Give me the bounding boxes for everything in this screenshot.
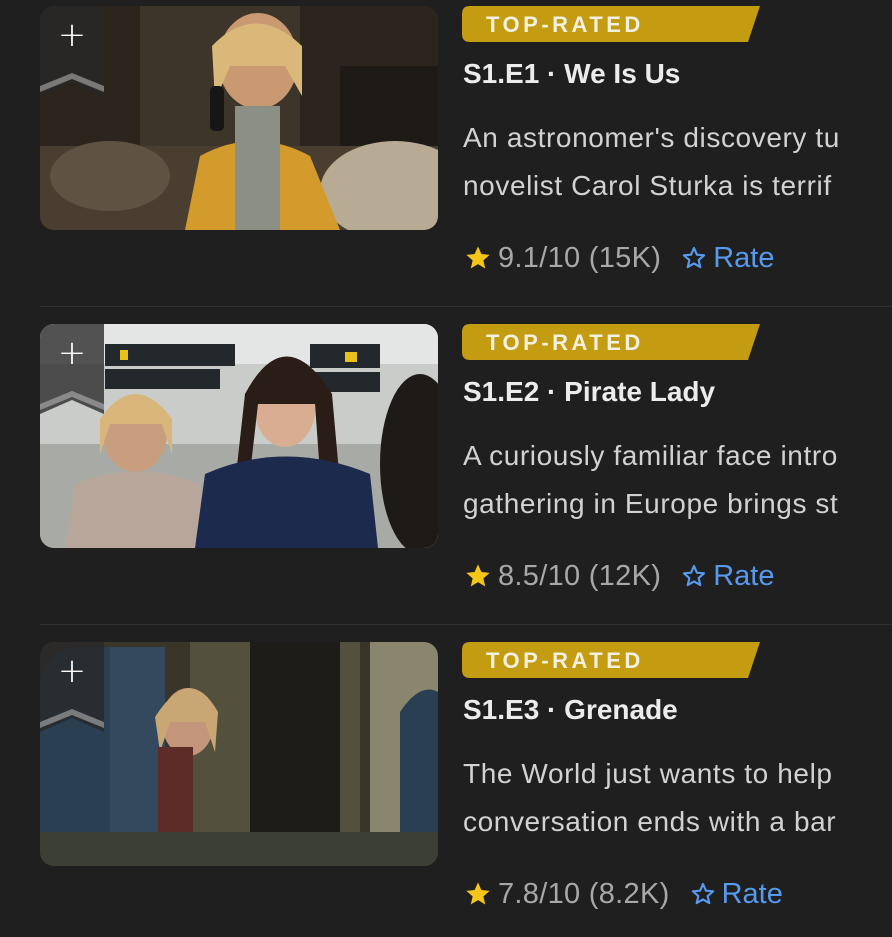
episode-thumbnail[interactable]: + <box>40 324 438 548</box>
star-icon <box>466 882 490 905</box>
rating-row: 7.8/10 (8.2K) Rate <box>464 874 783 914</box>
add-to-watchlist-button[interactable]: + <box>40 324 104 414</box>
rating-row: 9.1/10 (15K) Rate <box>464 238 774 278</box>
badge-label: TOP-RATED <box>486 330 644 355</box>
badge-label: TOP-RATED <box>486 12 644 37</box>
plus-icon: + <box>57 15 87 55</box>
episode-title-link[interactable]: S1.E2 · Pirate Lady <box>463 376 715 408</box>
description-line: The World just wants to help <box>463 758 833 789</box>
rate-button[interactable]: Rate <box>681 560 774 593</box>
top-rated-badge: TOP-RATED <box>462 324 760 360</box>
rate-label: Rate <box>713 241 775 274</box>
imdb-rating: 8.5/10 (12K) <box>498 559 662 592</box>
episode-card-3: + TOP-RATED S1.E3 · Grenade The World ju… <box>0 636 892 937</box>
top-rated-badge: TOP-RATED <box>462 6 760 42</box>
episode-description: A curiously familiar face intro gatherin… <box>463 432 892 528</box>
episode-card-2: + TOP-RATED S1.E2 · Pirate Lady A curiou… <box>0 318 892 636</box>
star-outline-icon <box>683 564 706 587</box>
plus-icon: + <box>57 651 87 691</box>
star-outline-icon <box>691 882 714 905</box>
description-line: A curiously familiar face intro <box>463 440 838 471</box>
description-line: novelist Carol Sturka is terrif <box>463 170 832 201</box>
episode-thumbnail[interactable]: + <box>40 6 438 230</box>
rating-row: 8.5/10 (12K) Rate <box>464 556 774 596</box>
episode-description: The World just wants to help conversatio… <box>463 750 892 846</box>
imdb-rating: 7.8/10 (8.2K) <box>498 877 670 910</box>
rate-button[interactable]: Rate <box>690 878 783 911</box>
rate-button[interactable]: Rate <box>681 242 774 275</box>
plus-icon: + <box>57 333 87 373</box>
add-to-watchlist-button[interactable]: + <box>40 6 104 96</box>
add-to-watchlist-button[interactable]: + <box>40 642 104 732</box>
episode-thumbnail[interactable]: + <box>40 642 438 866</box>
top-rated-badge: TOP-RATED <box>462 642 760 678</box>
episode-list: + TOP-RATED S1.E1 · We Is Us An astronom… <box>0 0 892 937</box>
imdb-rating: 9.1/10 (15K) <box>498 241 662 274</box>
description-line: gathering in Europe brings st <box>463 488 839 519</box>
star-icon <box>466 246 490 269</box>
episode-description: An astronomer's discovery tu novelist Ca… <box>463 114 892 210</box>
divider <box>40 624 892 625</box>
badge-label: TOP-RATED <box>486 648 644 673</box>
episode-title-link[interactable]: S1.E3 · Grenade <box>463 694 678 726</box>
star-icon <box>466 564 490 587</box>
rate-label: Rate <box>721 877 783 910</box>
description-line: An astronomer's discovery tu <box>463 122 840 153</box>
description-line: conversation ends with a bar <box>463 806 837 837</box>
star-outline-icon <box>683 246 706 269</box>
divider <box>40 306 892 307</box>
rate-label: Rate <box>713 559 775 592</box>
episode-card-1: + TOP-RATED S1.E1 · We Is Us An astronom… <box>0 0 892 318</box>
episode-title-link[interactable]: S1.E1 · We Is Us <box>463 58 680 90</box>
